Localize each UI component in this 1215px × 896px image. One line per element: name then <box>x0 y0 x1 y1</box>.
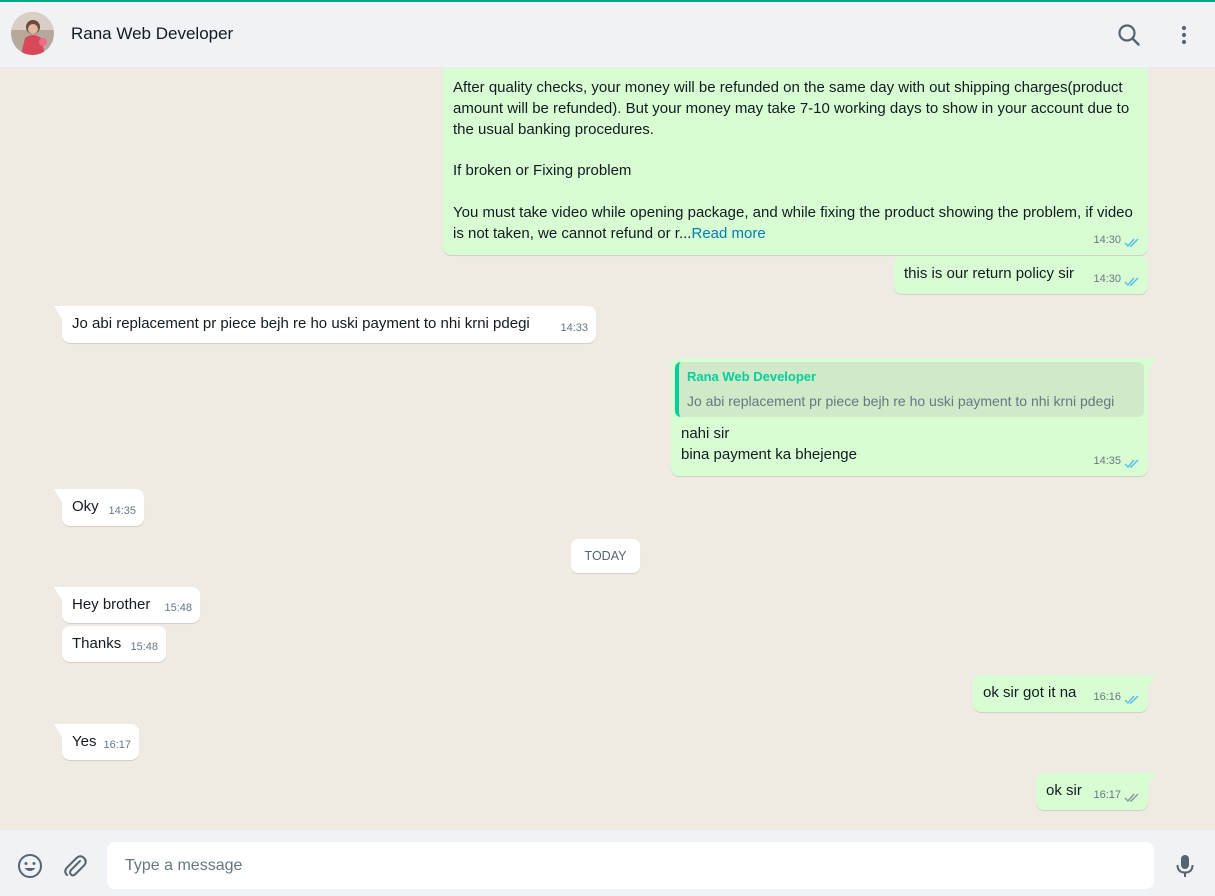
message-meta: 16:17 <box>1093 785 1140 806</box>
message-time: 16:16 <box>1093 691 1121 704</box>
message-outgoing[interactable]: ok sir 16:17 <box>1036 773 1156 810</box>
message-outgoing[interactable]: ok sir got it na 16:16 <box>973 675 1156 712</box>
message-input[interactable] <box>107 842 1154 889</box>
chat-header: Rana Web Developer <box>0 2 1215 68</box>
message-incoming[interactable]: Thanks 15:48 <box>62 626 166 662</box>
message-meta: 14:33 <box>560 318 588 339</box>
quoted-message[interactable]: Rana Web Developer Jo abi replacement pr… <box>675 362 1144 417</box>
mic-icon[interactable] <box>1171 852 1199 880</box>
message-time: 14:35 <box>108 505 136 518</box>
double-check-read-icon <box>1124 235 1140 248</box>
message-meta: 14:30 <box>1093 230 1140 251</box>
composer <box>0 830 1215 896</box>
message-text-truncated: You must take video while opening packag… <box>453 203 1133 242</box>
message-time: 15:48 <box>130 641 158 654</box>
read-more-link[interactable]: Read more <box>691 225 765 242</box>
message-incoming[interactable]: Yes 16:17 <box>54 724 139 760</box>
chat-area[interactable]: After quality checks, your money will be… <box>0 68 1215 830</box>
contact-name[interactable]: Rana Web Developer <box>71 24 233 44</box>
bubble-tail <box>1148 358 1156 371</box>
message-incoming[interactable]: Jo abi replacement pr piece bejh re ho u… <box>54 306 596 343</box>
message-meta: 14:30 <box>1093 269 1140 290</box>
message-meta: 14:35 <box>1093 451 1140 472</box>
message-time: 16:17 <box>1093 789 1121 802</box>
message-incoming[interactable]: Oky 14:35 <box>54 489 144 526</box>
message-meta: 16:16 <box>1093 687 1140 708</box>
message-meta: 14:35 <box>108 501 136 522</box>
message-meta: 15:48 <box>164 598 192 619</box>
bubble-tail <box>1148 773 1156 786</box>
search-icon[interactable] <box>1116 22 1142 48</box>
message-time: 16:17 <box>103 739 131 752</box>
message-text: After quality checks, your money will be… <box>453 79 1130 138</box>
avatar[interactable] <box>11 12 54 55</box>
emoji-icon[interactable] <box>16 852 44 880</box>
message-incoming[interactable]: Hey brother 15:48 <box>54 587 200 623</box>
bubble-tail <box>54 489 62 502</box>
bubble-tail <box>54 724 62 737</box>
message-text: Jo abi replacement pr piece bejh re ho u… <box>72 315 530 332</box>
message-time: 15:48 <box>164 602 192 615</box>
double-check-delivered-icon <box>1124 790 1140 803</box>
double-check-read-icon <box>1124 456 1140 469</box>
bubble-tail <box>54 306 62 319</box>
message-text: nahi sir <box>681 425 730 442</box>
quoted-author: Rana Web Developer <box>687 369 817 384</box>
message-time: 14:30 <box>1093 273 1121 286</box>
message-meta: 16:17 <box>103 735 131 756</box>
bubble-tail <box>1148 675 1156 688</box>
message-time: 14:33 <box>560 322 588 335</box>
message-outgoing[interactable]: After quality checks, your money will be… <box>443 68 1148 255</box>
message-text: If broken or Fixing problem <box>453 162 632 180</box>
double-check-read-icon <box>1124 274 1140 287</box>
message-time: 14:30 <box>1093 234 1121 247</box>
double-check-read-icon <box>1124 692 1140 705</box>
message-text: bina payment ka bhejenge <box>681 445 857 463</box>
message-outgoing-reply[interactable]: Rana Web Developer Jo abi replacement pr… <box>671 358 1156 476</box>
message-text: You must take video while opening packag… <box>453 203 1136 245</box>
message-outgoing[interactable]: this is our return policy sir 14:30 <box>894 256 1148 294</box>
date-divider: TODAY <box>571 539 640 573</box>
message-meta: 15:48 <box>130 637 158 658</box>
message-time: 14:35 <box>1093 455 1121 468</box>
message-body: nahi sir bina payment ka bhejenge <box>681 424 857 466</box>
quoted-text: Jo abi replacement pr piece bejh re ho u… <box>687 393 1115 409</box>
bubble-tail <box>54 587 62 600</box>
menu-icon[interactable] <box>1171 22 1197 48</box>
attach-icon[interactable] <box>61 852 89 880</box>
